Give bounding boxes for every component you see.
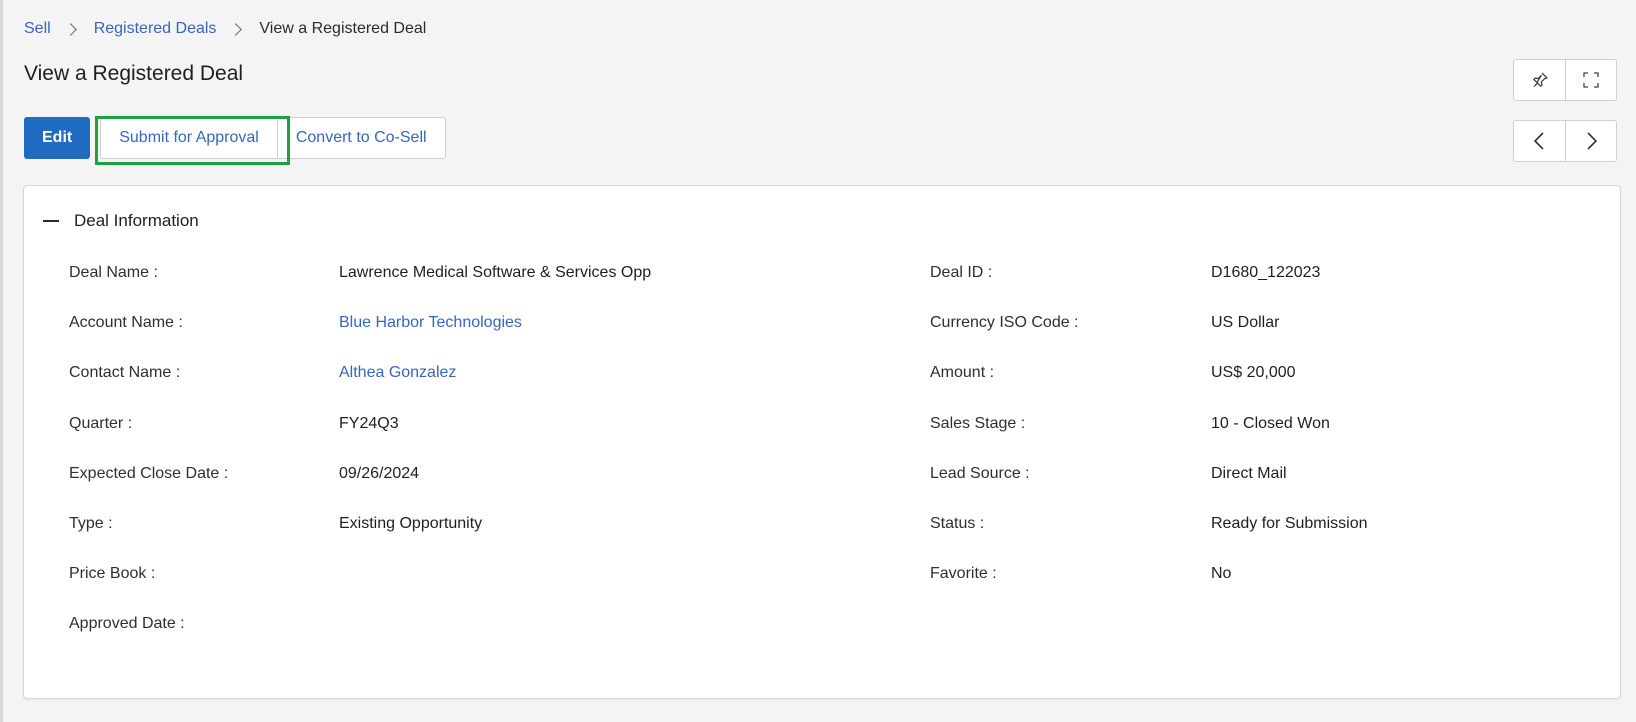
favorite-value: No bbox=[1211, 565, 1232, 582]
approved-date-label: Approved Date : bbox=[69, 615, 185, 632]
fullscreen-icon bbox=[1583, 72, 1599, 88]
chevron-right-icon bbox=[229, 22, 243, 36]
deal-name-value: Lawrence Medical Software & Services Opp bbox=[339, 264, 652, 281]
chevron-right-icon bbox=[63, 22, 77, 36]
expected-close-date-value: 09/26/2024 bbox=[339, 465, 420, 482]
page: Sell Registered Deals View a Registered … bbox=[0, 0, 1636, 722]
record-navigation bbox=[1513, 120, 1617, 162]
sales-stage-value: 10 - Closed Won bbox=[1211, 415, 1330, 432]
deal-name-label: Deal Name : bbox=[69, 264, 158, 281]
status-value: Ready for Submission bbox=[1211, 515, 1368, 532]
pin-icon bbox=[1532, 72, 1548, 87]
account-name-label: Account Name : bbox=[69, 314, 183, 331]
amount-label: Amount : bbox=[930, 364, 995, 381]
type-label: Type : bbox=[69, 515, 113, 532]
chevron-left-icon bbox=[1533, 132, 1544, 150]
lead-source-value: Direct Mail bbox=[1211, 465, 1287, 482]
type-value: Existing Opportunity bbox=[339, 515, 483, 532]
deal-id-label: Deal ID : bbox=[930, 264, 993, 281]
view-tools bbox=[1513, 59, 1617, 101]
action-button-group: Submit for Approval Convert to Co-Sell bbox=[100, 117, 446, 159]
breadcrumb-current: View a Registered Deal bbox=[259, 20, 427, 37]
quarter-label: Quarter : bbox=[69, 415, 133, 432]
pin-button[interactable] bbox=[1514, 60, 1565, 100]
content-frame: Sell Registered Deals View a Registered … bbox=[0, 0, 1636, 722]
favorite-label: Favorite : bbox=[930, 565, 997, 582]
previous-record-button[interactable] bbox=[1514, 121, 1565, 161]
fullscreen-button[interactable] bbox=[1565, 60, 1616, 100]
amount-value: US$ 20,000 bbox=[1211, 364, 1296, 381]
contact-name-label: Contact Name : bbox=[69, 364, 181, 381]
deal-information-card: Deal Information Deal Name : Lawrence Me… bbox=[23, 185, 1621, 699]
section-header[interactable]: Deal Information bbox=[43, 211, 199, 231]
convert-to-co-sell-button[interactable]: Convert to Co-Sell bbox=[277, 117, 446, 159]
account-name-link[interactable]: Blue Harbor Technologies bbox=[339, 314, 522, 332]
edit-button[interactable]: Edit bbox=[24, 117, 91, 159]
expected-close-date-label: Expected Close Date : bbox=[69, 465, 229, 482]
section-title: Deal Information bbox=[74, 211, 199, 230]
submit-for-approval-button[interactable]: Submit for Approval bbox=[100, 117, 278, 159]
breadcrumb-registered-deals[interactable]: Registered Deals bbox=[94, 20, 217, 38]
action-bar: Edit Submit for Approval Convert to Co-S… bbox=[24, 117, 446, 159]
status-label: Status : bbox=[930, 515, 985, 532]
lead-source-label: Lead Source : bbox=[930, 465, 1030, 482]
breadcrumb: Sell Registered Deals View a Registered … bbox=[24, 18, 426, 40]
deal-id-value: D1680_122023 bbox=[1211, 264, 1321, 281]
currency-iso-code-value: US Dollar bbox=[1211, 314, 1280, 331]
currency-iso-code-label: Currency ISO Code : bbox=[930, 314, 1079, 331]
next-record-button[interactable] bbox=[1565, 121, 1616, 161]
page-title: View a Registered Deal bbox=[24, 62, 244, 85]
chevron-right-icon bbox=[1587, 132, 1598, 150]
quarter-value: FY24Q3 bbox=[339, 415, 399, 432]
collapse-icon bbox=[43, 220, 59, 222]
contact-name-link[interactable]: Althea Gonzalez bbox=[339, 364, 456, 382]
price-book-label: Price Book : bbox=[69, 565, 156, 582]
breadcrumb-sell[interactable]: Sell bbox=[24, 20, 51, 38]
sales-stage-label: Sales Stage : bbox=[930, 415, 1026, 432]
